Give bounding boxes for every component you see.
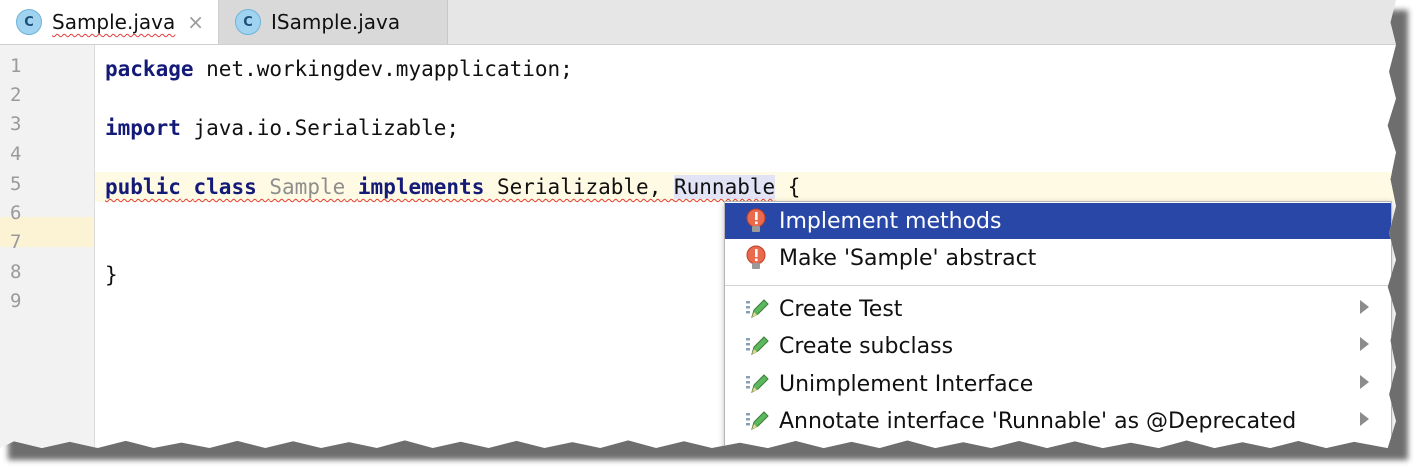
menu-item-create-test[interactable]: Create Test bbox=[725, 291, 1391, 327]
menu-item-label: Implement methods bbox=[779, 208, 1002, 234]
code-text: net.workingdev.myapplication; bbox=[193, 57, 573, 81]
code-text: } bbox=[105, 263, 118, 287]
menu-item-label: Create Test bbox=[779, 296, 903, 322]
code-line-1[interactable]: package net.workingdev.myapplication; bbox=[105, 54, 573, 84]
pencil-icon bbox=[746, 336, 769, 355]
keyword: public bbox=[105, 175, 181, 199]
submenu-arrow-icon bbox=[1360, 337, 1369, 351]
code-text: Serializable, bbox=[484, 175, 674, 199]
pencil-icon bbox=[746, 374, 769, 393]
code-line-8[interactable]: } bbox=[105, 260, 118, 290]
menu-item-label: Create subclass bbox=[779, 333, 954, 359]
menu-separator bbox=[725, 285, 1391, 286]
line-number: 8 bbox=[10, 261, 22, 283]
editor-tab-bar: C Sample.java × C ISample.java bbox=[0, 0, 1396, 45]
line-number: 5 bbox=[10, 173, 22, 195]
keyword: package bbox=[105, 57, 194, 81]
tab-isample-java[interactable]: C ISample.java bbox=[219, 0, 448, 44]
menu-item-label: Unimplement Interface bbox=[779, 371, 1034, 397]
menu-item-create-subclass[interactable]: Create subclass bbox=[725, 328, 1391, 364]
code-text: java.io.Serializable; bbox=[180, 116, 460, 140]
keyword: implements bbox=[357, 175, 485, 199]
submenu-arrow-icon bbox=[1360, 300, 1369, 314]
line-number: 2 bbox=[10, 84, 22, 106]
red-bulb-icon bbox=[746, 245, 766, 269]
intention-actions-popup: Implement methods Make 'Sample' abstract… bbox=[724, 201, 1392, 448]
menu-item-label: Annotate interface 'Runnable' as @Deprec… bbox=[779, 408, 1297, 434]
java-class-icon: C bbox=[235, 9, 261, 35]
pencil-icon bbox=[746, 299, 769, 318]
code-line-3[interactable]: import java.io.Serializable; bbox=[105, 113, 459, 143]
tab-label: Sample.java bbox=[52, 10, 176, 34]
class-name: Sample bbox=[269, 175, 346, 199]
highlighted-symbol[interactable]: Runnable bbox=[674, 175, 776, 199]
code-text: { bbox=[775, 175, 801, 199]
line-number: 1 bbox=[10, 55, 22, 77]
menu-item-implement-methods[interactable]: Implement methods bbox=[725, 203, 1391, 239]
menu-item-make-abstract[interactable]: Make 'Sample' abstract bbox=[725, 240, 1391, 276]
line-number: 6 bbox=[10, 202, 22, 224]
line-number: 7 bbox=[10, 231, 22, 253]
pencil-icon bbox=[746, 411, 769, 430]
red-bulb-icon bbox=[746, 208, 766, 232]
submenu-arrow-icon bbox=[1360, 375, 1369, 389]
close-icon[interactable]: × bbox=[187, 10, 204, 34]
line-number: 9 bbox=[10, 290, 22, 312]
menu-item-unimplement-interface[interactable]: Unimplement Interface bbox=[725, 366, 1391, 402]
tab-sample-java[interactable]: C Sample.java × bbox=[0, 0, 219, 44]
ide-window: C Sample.java × C ISample.java 1 2 3 4 5… bbox=[0, 0, 1396, 448]
line-number: 3 bbox=[10, 113, 22, 135]
line-number: 4 bbox=[10, 143, 22, 165]
keyword: class bbox=[193, 175, 257, 199]
menu-item-label: Make 'Sample' abstract bbox=[779, 245, 1037, 271]
tab-label: ISample.java bbox=[271, 10, 401, 34]
submenu-arrow-icon bbox=[1360, 412, 1369, 426]
code-line-5[interactable]: public class Sample implements Serializa… bbox=[105, 172, 800, 202]
line-number-gutter: 1 2 3 4 5 6 7 8 9 bbox=[0, 45, 95, 448]
keyword: import bbox=[105, 116, 181, 140]
menu-item-annotate-deprecated[interactable]: Annotate interface 'Runnable' as @Deprec… bbox=[725, 403, 1391, 439]
java-class-icon: C bbox=[16, 9, 42, 35]
